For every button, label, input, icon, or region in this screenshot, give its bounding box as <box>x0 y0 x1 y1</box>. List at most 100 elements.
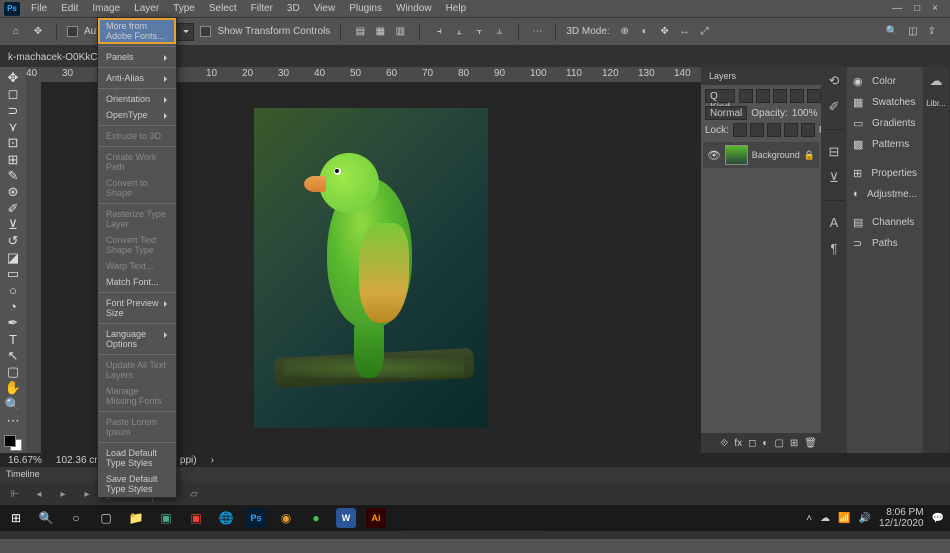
menu-select[interactable]: Select <box>202 1 244 16</box>
eraser-tool[interactable]: ◪ <box>2 250 24 266</box>
close-icon[interactable]: × <box>932 3 938 14</box>
lasso-tool[interactable]: ⊃ <box>2 103 24 119</box>
menu-item[interactable]: Load Default Type Styles <box>98 445 176 471</box>
type-tool[interactable]: T <box>2 331 24 347</box>
lock-artboard-icon[interactable] <box>784 123 798 137</box>
app1-icon[interactable]: ▣ <box>156 508 176 528</box>
cortana-icon[interactable]: ○ <box>66 508 86 528</box>
new-layer-icon[interactable]: ⊞ <box>790 438 798 449</box>
stamp-tool[interactable]: ⊻ <box>2 217 24 233</box>
autoselect-checkbox[interactable] <box>67 26 78 37</box>
align-left-icon[interactable]: ▤ <box>351 24 369 40</box>
path-tool[interactable]: ↖ <box>2 348 24 364</box>
adjustment-layer-icon[interactable]: ◐ <box>762 438 768 449</box>
search-icon[interactable]: 🔍 <box>886 26 898 37</box>
dist-left-icon[interactable]: ⫞ <box>430 24 448 40</box>
frame-tool[interactable]: ⊞ <box>2 152 24 168</box>
delete-layer-icon[interactable]: 🗑 <box>804 438 817 449</box>
menu-file[interactable]: File <box>24 1 54 16</box>
more-align-icon[interactable]: ⋯ <box>529 24 545 40</box>
prev-frame-icon[interactable]: ◂ <box>32 489 46 500</box>
app4-icon[interactable]: ● <box>306 508 326 528</box>
menu-item[interactable]: Save Default Type Styles <box>98 471 176 497</box>
brushes-icon[interactable]: ✐ <box>826 99 842 115</box>
menu-item[interactable]: Anti-Alias <box>98 70 176 86</box>
filter-pixel-icon[interactable] <box>739 89 753 103</box>
menu-window[interactable]: Window <box>389 1 439 16</box>
3d-scale-icon[interactable]: ⤢ <box>696 24 714 40</box>
menu-layer[interactable]: Layer <box>127 1 166 16</box>
properties-panel-btn[interactable]: ⊞Properties <box>847 163 923 184</box>
status-chevron-icon[interactable]: › <box>211 455 214 466</box>
3d-orbit-icon[interactable]: ⊕ <box>616 24 634 40</box>
brush-settings-icon[interactable]: ⊟ <box>826 144 842 160</box>
wifi-icon[interactable]: 📶 <box>838 513 850 524</box>
tray-chevron-icon[interactable]: ˄ <box>806 513 812 524</box>
app3-icon[interactable]: ◉ <box>276 508 296 528</box>
menu-edit[interactable]: Edit <box>54 1 85 16</box>
blur-tool[interactable]: ○ <box>2 282 24 298</box>
clock[interactable]: 8:06 PM 12/1/2020 <box>879 507 924 529</box>
adjustments-panel-btn[interactable]: ◐Adjustme... <box>847 184 923 204</box>
color-panel-btn[interactable]: ◉Color <box>847 71 923 92</box>
layer-style-icon[interactable]: fx <box>734 438 742 449</box>
gradient-tool[interactable]: ▭ <box>2 266 24 282</box>
lock-trans-icon[interactable] <box>733 123 747 137</box>
paths-panel-btn[interactable]: ⊃Paths <box>847 233 923 254</box>
align-right-icon[interactable]: ▥ <box>391 24 409 40</box>
group-icon[interactable]: ▢ <box>774 438 783 449</box>
character-icon[interactable]: A <box>826 215 842 231</box>
minimize-icon[interactable]: — <box>892 3 902 14</box>
wand-tool[interactable]: ⋎ <box>2 119 24 135</box>
blend-mode-dropdown[interactable]: Normal <box>705 106 747 120</box>
workspace-icon[interactable]: ◫ <box>908 26 917 37</box>
channels-panel-btn[interactable]: ▤Channels <box>847 212 923 233</box>
color-swatches[interactable] <box>2 433 24 453</box>
3d-slide-icon[interactable]: ↔ <box>676 24 694 40</box>
link-layers-icon[interactable]: ⟐ <box>720 438 728 449</box>
menu-filter[interactable]: Filter <box>244 1 280 16</box>
volume-icon[interactable]: 🔊 <box>859 513 871 524</box>
search-task-icon[interactable]: 🔍 <box>36 508 56 528</box>
3d-pan-icon[interactable]: ✥ <box>656 24 674 40</box>
menu-help[interactable]: Help <box>439 1 474 16</box>
menu-item[interactable]: Font Preview Size <box>98 295 176 321</box>
filter-smart-icon[interactable] <box>807 89 821 103</box>
libraries-label[interactable]: Libr... <box>926 99 946 108</box>
menu-plugins[interactable]: Plugins <box>342 1 389 16</box>
swatches-panel-btn[interactable]: ▦Swatches <box>847 92 923 113</box>
history-icon[interactable]: ⟲ <box>826 73 842 89</box>
marquee-tool[interactable]: ◻ <box>2 86 24 102</box>
shape-tool[interactable]: ▢ <box>2 364 24 380</box>
layer-row[interactable]: 👁 Background 🔒 <box>703 142 819 168</box>
filter-type-icon[interactable] <box>773 89 787 103</box>
maximize-icon[interactable]: □ <box>914 3 920 14</box>
brush-tool[interactable]: ✐ <box>2 201 24 217</box>
cloud-icon[interactable]: ☁ <box>928 73 944 89</box>
photoshop-task-icon[interactable]: Ps <box>246 508 266 528</box>
transform-checkbox[interactable] <box>200 26 211 37</box>
go-first-icon[interactable]: ⊩ <box>8 489 22 500</box>
menu-item[interactable]: Orientation <box>98 91 176 107</box>
dist-right-icon[interactable]: ⫟ <box>470 24 488 40</box>
edit-toolbar[interactable]: ⋯ <box>2 413 24 429</box>
eyedropper-tool[interactable]: ✎ <box>2 168 24 184</box>
history-brush-tool[interactable]: ↺ <box>2 233 24 249</box>
play-icon[interactable]: ▸ <box>56 489 70 500</box>
dist-center-icon[interactable]: ⫠ <box>450 24 468 40</box>
menu-view[interactable]: View <box>307 1 343 16</box>
patterns-panel-btn[interactable]: ▩Patterns <box>847 134 923 155</box>
menu-item[interactable]: More from Adobe Fonts... <box>98 18 176 44</box>
hand-tool[interactable]: ✋ <box>2 380 24 396</box>
crop-tool[interactable]: ⊡ <box>2 135 24 151</box>
dist-vert-icon[interactable]: ⫨ <box>490 24 508 40</box>
app2-icon[interactable]: ▣ <box>186 508 206 528</box>
filter-adjust-icon[interactable] <box>756 89 770 103</box>
transition-icon[interactable]: ▱ <box>187 489 201 500</box>
heal-tool[interactable]: ⊛ <box>2 184 24 200</box>
menu-item[interactable]: Match Font... <box>98 274 176 290</box>
notifications-icon[interactable]: 💬 <box>932 513 944 524</box>
menu-item[interactable]: Panels <box>98 49 176 65</box>
lock-all-icon[interactable] <box>801 123 815 137</box>
paragraph-icon[interactable]: ¶ <box>826 241 842 257</box>
